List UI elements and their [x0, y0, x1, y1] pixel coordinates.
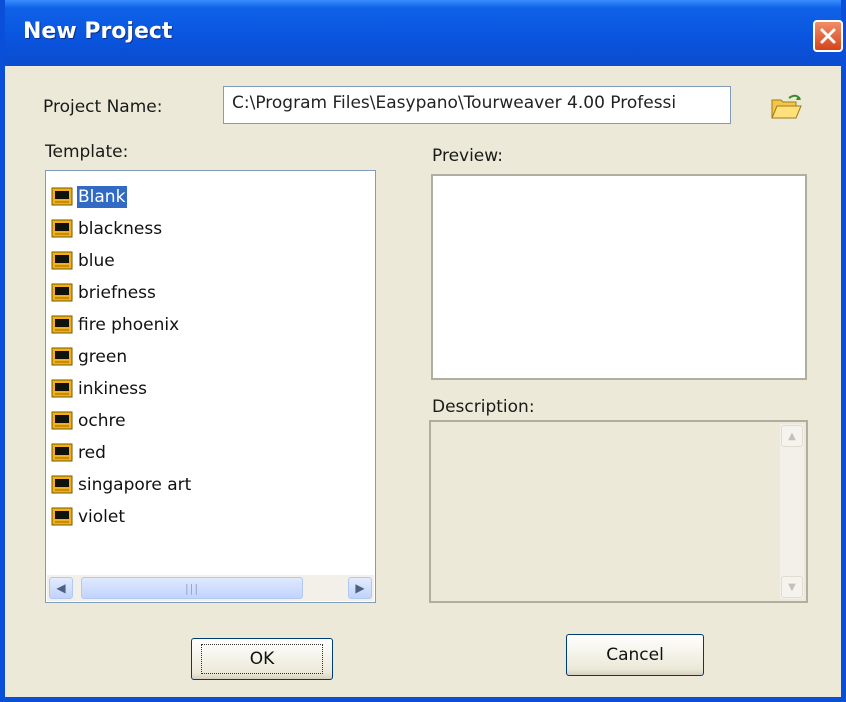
close-icon	[820, 28, 836, 44]
template-item-ochre[interactable]: ochre	[51, 406, 128, 436]
scroll-left-button[interactable]: ◀	[49, 577, 73, 599]
template-item-red[interactable]: red	[51, 438, 108, 468]
template-item-label: briefness	[78, 283, 156, 303]
template-icon	[51, 507, 73, 526]
template-icon	[51, 443, 73, 462]
description-label: Description:	[432, 397, 535, 417]
template-icon	[51, 379, 73, 398]
scroll-right-button[interactable]: ▶	[348, 577, 372, 599]
template-list[interactable]: Blank blackness blue briefness fire phoe…	[45, 170, 376, 603]
template-item-singapore-art[interactable]: singapore art	[51, 470, 193, 500]
template-item-inkiness[interactable]: inkiness	[51, 374, 149, 404]
scroll-thumb[interactable]: |||	[81, 577, 303, 599]
template-icon	[51, 475, 73, 494]
template-item-label: inkiness	[78, 379, 148, 399]
template-item-green[interactable]: green	[51, 342, 129, 372]
template-icon	[51, 219, 73, 238]
template-item-label: blackness	[78, 219, 163, 239]
grip-icon: |||	[184, 581, 200, 595]
template-icon	[51, 411, 73, 430]
template-icon	[51, 347, 73, 366]
template-item-fire-phoenix[interactable]: fire phoenix	[51, 310, 181, 340]
template-item-label: red	[78, 443, 106, 463]
new-project-dialog: New Project Project Name: C:\Program Fil…	[0, 0, 846, 702]
project-name-input[interactable]: C:\Program Files\Easypano\Tourweaver 4.0…	[223, 86, 731, 124]
template-item-blank[interactable]: Blank	[51, 182, 128, 212]
template-item-violet[interactable]: violet	[51, 502, 127, 532]
template-item-label: ochre	[78, 411, 126, 431]
scroll-up-button[interactable]: ▲	[781, 425, 803, 447]
title-bar[interactable]: New Project	[5, 0, 843, 66]
template-item-blackness[interactable]: blackness	[51, 214, 164, 244]
folder-open-icon	[771, 94, 802, 119]
ok-button[interactable]: OK	[191, 638, 333, 680]
template-item-label: singapore art	[78, 475, 192, 495]
chevron-down-icon: ▼	[788, 581, 796, 593]
template-list-hscrollbar[interactable]: ◀ ||| ▶	[47, 575, 374, 601]
browse-folder-button[interactable]	[769, 92, 803, 122]
template-item-label: fire phoenix	[78, 315, 180, 335]
preview-label: Preview:	[432, 146, 503, 166]
template-item-briefness[interactable]: briefness	[51, 278, 158, 308]
template-icon	[51, 283, 73, 302]
cancel-button[interactable]: Cancel	[566, 634, 704, 676]
template-item-label: green	[78, 347, 128, 367]
template-label: Template:	[45, 142, 129, 162]
description-box[interactable]: ▲ ▼	[429, 420, 808, 603]
template-icon	[51, 187, 73, 206]
cancel-button-label: Cancel	[606, 645, 664, 665]
preview-pane	[431, 174, 807, 380]
template-item-label: violet	[78, 507, 126, 527]
ok-button-label: OK	[200, 644, 324, 674]
chevron-right-icon: ▶	[355, 581, 365, 595]
chevron-left-icon: ◀	[56, 581, 66, 595]
template-icon	[51, 315, 73, 334]
scroll-down-button[interactable]: ▼	[781, 576, 803, 598]
description-vscrollbar[interactable]: ▲ ▼	[780, 424, 804, 599]
template-item-label: blue	[78, 251, 115, 271]
template-icon	[51, 251, 73, 270]
project-name-label: Project Name:	[43, 97, 163, 117]
window-title: New Project	[23, 19, 173, 44]
chevron-up-icon: ▲	[788, 430, 796, 442]
template-item-blue[interactable]: blue	[51, 246, 117, 276]
template-item-label: Blank	[77, 186, 128, 208]
close-button[interactable]	[813, 20, 843, 52]
